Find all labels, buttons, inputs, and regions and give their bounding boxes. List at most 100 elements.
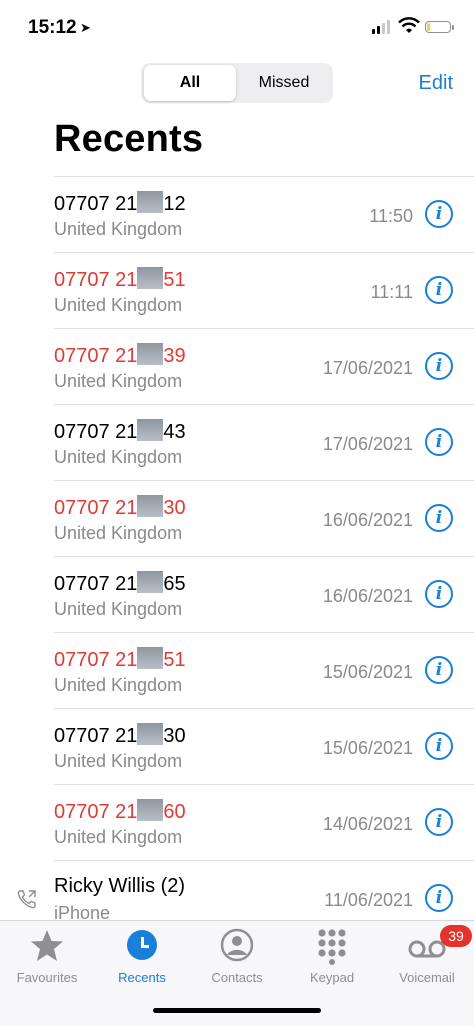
call-row[interactable]: 07707 21 60 United Kingdom 14/06/2021 i: [0, 784, 474, 860]
caller-number-prefix: 07707 21: [54, 421, 138, 443]
tab-keypad[interactable]: Keypad: [285, 927, 379, 987]
tab-missed[interactable]: Missed: [237, 65, 331, 101]
tab-label: Voicemail: [399, 970, 455, 985]
status-time: 15:12: [28, 17, 77, 38]
tab-recents[interactable]: Recents: [95, 927, 189, 987]
home-indicator[interactable]: [153, 1008, 321, 1013]
redacted-digits: [137, 571, 164, 593]
tab-all[interactable]: All: [144, 65, 236, 101]
call-row[interactable]: 07707 21 30 United Kingdom 16/06/2021 i: [0, 480, 474, 556]
call-time: 11/06/2021: [324, 890, 413, 910]
tab-label: Keypad: [309, 970, 355, 985]
call-time: 14/06/2021: [322, 814, 413, 834]
caller-name: 07707 21 39: [54, 343, 186, 368]
caller-number-prefix: 07707 21: [54, 269, 138, 291]
redacted-digits: [137, 267, 164, 289]
caller-number-prefix: Ricky Willis (2): [54, 875, 186, 897]
tab-favourites[interactable]: Favourites: [0, 927, 94, 987]
caller-name: Ricky Willis (2): [54, 875, 185, 898]
call-time: 11:50: [369, 206, 413, 226]
caller-location: United Kingdom: [54, 599, 183, 619]
caller-number-prefix: 07707 21: [54, 573, 138, 595]
caller-number-suffix: 51: [163, 269, 186, 291]
caller-name: 07707 21 51: [54, 647, 186, 672]
star-icon: [27, 927, 67, 965]
caller-number-prefix: 07707 21: [54, 497, 138, 519]
caller-number-prefix: 07707 21: [54, 193, 138, 215]
caller-number-suffix: 39: [163, 345, 186, 367]
call-row[interactable]: 07707 21 43 United Kingdom 17/06/2021 i: [0, 404, 474, 480]
page-title: Recents: [54, 118, 204, 160]
info-icon[interactable]: i: [425, 428, 453, 456]
call-time: 16/06/2021: [322, 586, 413, 606]
info-icon[interactable]: i: [425, 504, 453, 532]
caller-location: United Kingdom: [54, 751, 183, 771]
call-row[interactable]: Ricky Willis (2) iPhone 11/06/2021 i: [0, 860, 474, 920]
call-time: 15/06/2021: [322, 738, 413, 758]
caller-number-prefix: 07707 21: [54, 649, 138, 671]
call-row[interactable]: 07707 21 12 United Kingdom 11:50 i: [0, 176, 474, 252]
call-row[interactable]: 07707 21 65 United Kingdom 16/06/2021 i: [0, 556, 474, 632]
call-row[interactable]: 07707 21 51 United Kingdom 15/06/2021 i: [0, 632, 474, 708]
caller-location: United Kingdom: [54, 219, 183, 239]
tab-label: Favourites: [16, 970, 78, 985]
info-icon[interactable]: i: [425, 580, 453, 608]
call-row[interactable]: 07707 21 51 United Kingdom 11:11 i: [0, 252, 474, 328]
caller-name: 07707 21 43: [54, 419, 186, 444]
redacted-digits: [137, 419, 164, 441]
caller-location: iPhone: [54, 903, 111, 920]
call-time: 11:11: [370, 282, 413, 302]
caller-location: United Kingdom: [54, 447, 183, 467]
redacted-digits: [137, 343, 164, 365]
caller-number-suffix: 30: [163, 725, 186, 747]
info-icon[interactable]: i: [425, 884, 453, 912]
call-time: 16/06/2021: [322, 510, 413, 530]
redacted-digits: [137, 723, 164, 745]
info-icon[interactable]: i: [425, 732, 453, 760]
caller-location: United Kingdom: [54, 295, 183, 315]
call-time: 17/06/2021: [322, 358, 413, 378]
voicemail-icon: 39: [407, 925, 472, 965]
caller-name: 07707 21 30: [54, 723, 186, 748]
edit-button[interactable]: Edit: [419, 72, 453, 95]
caller-number-prefix: 07707 21: [54, 801, 138, 823]
tab-voicemail[interactable]: 39 Voicemail: [380, 925, 474, 987]
info-icon[interactable]: i: [425, 276, 453, 304]
battery-icon: [425, 21, 454, 33]
call-row[interactable]: 07707 21 30 United Kingdom 15/06/2021 i: [0, 708, 474, 784]
voicemail-badge: 39: [440, 925, 472, 947]
filter-segmented-control: All Missed: [141, 63, 333, 103]
caller-name: 07707 21 51: [54, 267, 186, 292]
caller-name: 07707 21 60: [54, 799, 186, 824]
info-icon[interactable]: i: [425, 200, 453, 228]
caller-location: United Kingdom: [54, 371, 183, 391]
info-icon[interactable]: i: [425, 656, 453, 684]
info-icon[interactable]: i: [425, 808, 453, 836]
caller-name: 07707 21 12: [54, 191, 186, 216]
cellular-signal-icon: [372, 20, 390, 34]
redacted-digits: [137, 191, 164, 213]
keypad-icon: [312, 927, 352, 965]
tab-label: Recents: [118, 970, 166, 985]
redacted-digits: [137, 799, 164, 821]
redacted-digits: [137, 647, 164, 669]
status-bar: 15:12 ➤: [0, 0, 474, 56]
info-icon[interactable]: i: [425, 352, 453, 380]
outgoing-call-icon: [17, 890, 36, 909]
caller-number-prefix: 07707 21: [54, 345, 138, 367]
caller-number-suffix: 51: [163, 649, 186, 671]
caller-name: 07707 21 30: [54, 495, 186, 520]
call-time: 15/06/2021: [322, 662, 413, 682]
call-row[interactable]: 07707 21 39 United Kingdom 17/06/2021 i: [0, 328, 474, 404]
caller-number-suffix: 60: [163, 801, 186, 823]
caller-location: United Kingdom: [54, 675, 183, 695]
person-circle-icon: [217, 927, 257, 965]
tab-contacts[interactable]: Contacts: [190, 927, 284, 987]
clock-icon: [122, 927, 162, 965]
redacted-digits: [137, 495, 164, 517]
caller-number-suffix: 65: [163, 573, 186, 595]
recents-list: 07707 21 12 United Kingdom 11:50 i 07707 21 51…: [0, 176, 474, 920]
caller-number-prefix: 07707 21: [54, 725, 138, 747]
location-arrow-icon: ➤: [80, 20, 91, 35]
call-time: 17/06/2021: [322, 434, 413, 454]
